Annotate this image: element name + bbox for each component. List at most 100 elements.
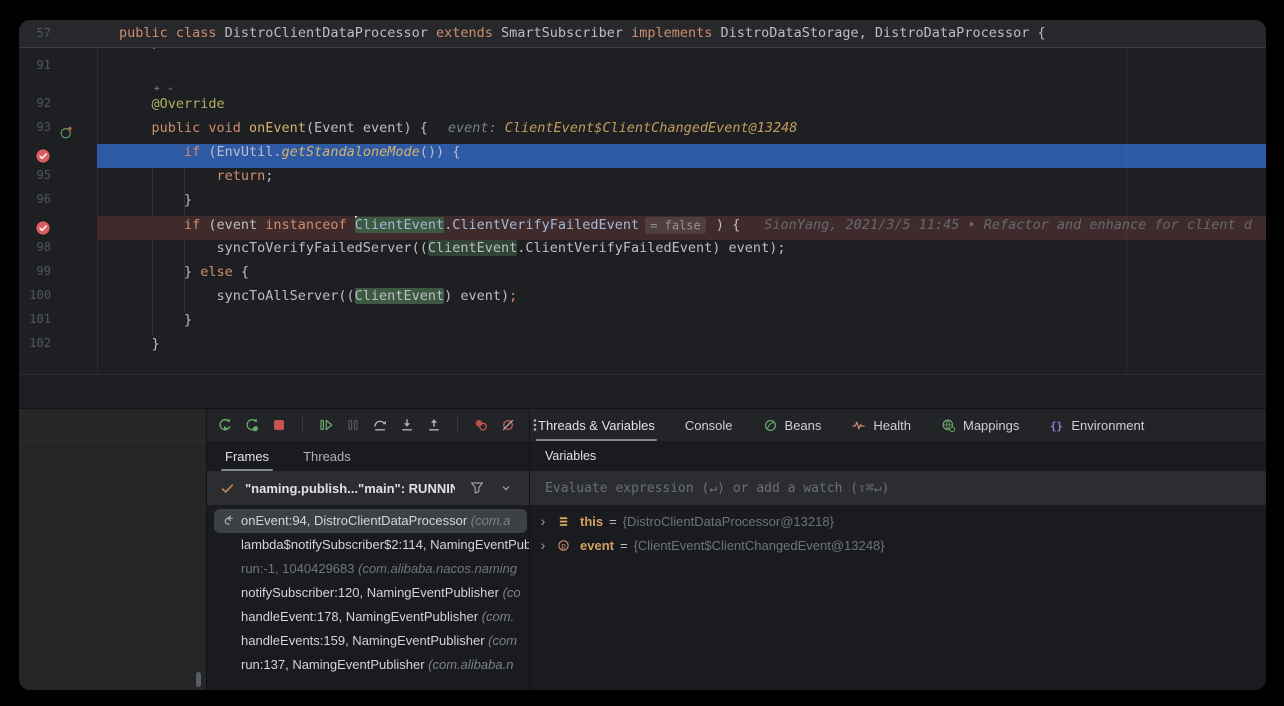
variables-title: Variables <box>545 449 596 463</box>
debugger-panel: Threads & Variables Console Beans Health Map… <box>207 409 1266 690</box>
line-number[interactable]: 98 <box>19 240 51 254</box>
line-number[interactable]: 102 <box>19 336 51 350</box>
thread-status-icon <box>220 481 235 496</box>
thread-label: "naming.publish..."main": RUNNING <box>245 481 455 496</box>
tab-mappings[interactable]: Mappings <box>939 409 1021 441</box>
scrollbar-thumb[interactable] <box>196 672 201 687</box>
code-token: .ClientVerifyFailedEvent <box>444 217 639 233</box>
stack-frame-row[interactable]: handleEvent:178, NamingEventPublisher (c… <box>207 605 529 629</box>
parameter-hint-value: ClientEvent$ClientChangedEvent@13248 <box>505 120 798 136</box>
frame-location: onEvent:94, DistroClientDataProcessor <box>241 513 471 528</box>
field-icon <box>556 513 572 529</box>
code-line-91[interactable]: 91 <box>19 58 1266 82</box>
line-number[interactable]: 92 <box>19 96 51 110</box>
step-out-icon[interactable] <box>426 417 442 433</box>
tab-beans[interactable]: Beans <box>761 409 824 441</box>
code-token: DistroDataStorage, DistroDataProcessor { <box>720 25 1045 41</box>
breakpoint-icon[interactable] <box>35 148 51 164</box>
line-number[interactable]: 91 <box>19 58 51 72</box>
tab-health[interactable]: Health <box>849 409 913 441</box>
line-number[interactable]: 96 <box>19 192 51 206</box>
filter-icon[interactable] <box>469 480 485 496</box>
code-line-93[interactable]: 93public void onEvent(Event event) {even… <box>19 120 1266 144</box>
frame-location: run:-1, 1040429683 <box>241 561 358 576</box>
mute-breakpoints-icon[interactable] <box>500 417 516 433</box>
code-text: syncToVerifyFailedServer((ClientEvent.Cl… <box>19 240 1266 256</box>
sticky-header-line[interactable]: 57 public class DistroClientDataProcesso… <box>19 20 1266 48</box>
code-line-101[interactable]: 101} <box>19 312 1266 336</box>
line-number[interactable]: 101 <box>19 312 51 326</box>
code-line-100[interactable]: 100syncToAllServer((ClientEvent) event); <box>19 288 1266 312</box>
code-line-95[interactable]: 95return; <box>19 168 1266 192</box>
frame-package: (com.alibaba.n <box>428 657 513 672</box>
code-lines[interactable]: 90}9192@Override93public void onEvent(Ev… <box>19 34 1266 360</box>
step-over-icon[interactable] <box>372 417 388 433</box>
tab-threads-variables[interactable]: Threads & Variables <box>536 409 657 441</box>
stack-frame-row[interactable]: run:137, NamingEventPublisher (com.aliba… <box>207 653 529 677</box>
pause-icon[interactable] <box>345 417 361 433</box>
rerun-icon[interactable] <box>217 417 233 433</box>
code-token: } <box>152 336 160 352</box>
view-breakpoints-icon[interactable] <box>473 417 489 433</box>
tab-label: Beans <box>785 418 822 433</box>
code-line-92[interactable]: 92@Override <box>19 96 1266 120</box>
frame-location: handleEvent:178, NamingEventPublisher <box>241 609 482 624</box>
stack-frame-row[interactable]: notifySubscriber:120, NamingEventPublish… <box>207 581 529 605</box>
stack-frame-row[interactable]: handleEvents:159, NamingEventPublisher (… <box>207 629 529 653</box>
variable-value: {ClientEvent$ClientChangedEvent@13248} <box>634 538 885 553</box>
stack-frame-row[interactable]: onEvent:94, DistroClientDataProcessor (c… <box>214 509 527 533</box>
code-line-98[interactable]: 98syncToVerifyFailedServer((ClientEvent.… <box>19 240 1266 264</box>
chevron-down-icon[interactable] <box>499 481 513 495</box>
stack-frame-row[interactable]: run:-1, 1040429683 (com.alibaba.nacos.na… <box>207 557 529 581</box>
mappings-icon <box>941 418 956 433</box>
step-into-icon[interactable] <box>399 417 415 433</box>
code-line-102[interactable]: 102} <box>19 336 1266 360</box>
code-token: ) event) <box>444 288 509 304</box>
code-token: syncToVerifyFailedServer(( <box>217 240 428 256</box>
code-line-97[interactable]: if (event instanceof ClientEvent.ClientV… <box>19 216 1266 240</box>
variable-row[interactable]: ›this={DistroClientDataProcessor@13218} <box>530 509 1266 533</box>
return-arrow-icon <box>221 513 237 529</box>
code-token: extends <box>436 25 501 41</box>
code-editor[interactable]: 90}9192@Override93public void onEvent(Ev… <box>19 20 1266 374</box>
resume-icon[interactable] <box>318 417 334 433</box>
code-text: } <box>19 192 1266 208</box>
code-token: if <box>184 144 208 160</box>
breakpoint-icon[interactable] <box>35 220 51 236</box>
tab-frames[interactable]: Frames <box>221 441 273 471</box>
line-number[interactable]: 99 <box>19 264 51 278</box>
parameter-hint-label: event: <box>428 120 505 136</box>
tab-environment[interactable]: {}Environment <box>1047 409 1146 441</box>
variable-row[interactable]: ›pevent={ClientEvent$ClientChangedEvent@… <box>530 533 1266 557</box>
code-text: } else { <box>19 264 1266 280</box>
overrides-method-icon[interactable] <box>59 124 75 140</box>
code-line-99[interactable]: 99} else { <box>19 264 1266 288</box>
code-token: getStandaloneMode <box>282 144 420 160</box>
line-number[interactable]: 100 <box>19 288 51 302</box>
stop-icon[interactable] <box>271 417 287 433</box>
code-line-94[interactable]: if (EnvUtil.getStandaloneMode()) { <box>19 144 1266 168</box>
debugger-tabs: Threads & Variables Console Beans Health Map… <box>536 409 1146 441</box>
line-number[interactable]: 95 <box>19 168 51 182</box>
evaluate-expression-input[interactable]: Evaluate expression (↵) or add a watch (… <box>530 471 1266 505</box>
code-token: } <box>184 312 192 328</box>
parameter-icon: p <box>556 537 572 553</box>
left-empty-panel <box>19 409 207 690</box>
code-token: public class <box>119 25 225 41</box>
sticky-line-number: 57 <box>19 20 51 47</box>
tab-label: Threads & Variables <box>538 418 655 433</box>
rerun-debug-icon[interactable] <box>244 417 260 433</box>
code-text: @Override <box>19 96 1266 112</box>
line-number[interactable]: 93 <box>19 120 51 134</box>
ide-window: 90}9192@Override93public void onEvent(Ev… <box>19 20 1266 690</box>
evaluate-placeholder: Evaluate expression (↵) or add a watch (… <box>545 481 889 496</box>
expand-chevron-icon[interactable]: › <box>530 513 556 529</box>
expand-chevron-icon[interactable]: › <box>530 537 556 553</box>
code-line-96[interactable]: 96} <box>19 192 1266 216</box>
tab-console[interactable]: Console <box>683 409 735 441</box>
tab-threads[interactable]: Threads <box>299 441 355 471</box>
thread-selector[interactable]: "naming.publish..."main": RUNNING <box>207 471 529 505</box>
stack-frame-row[interactable]: lambda$notifySubscriber$2:114, NamingEve… <box>207 533 529 557</box>
code-token: ; <box>265 168 273 184</box>
ai-inlay-options-icon[interactable] <box>152 82 176 96</box>
